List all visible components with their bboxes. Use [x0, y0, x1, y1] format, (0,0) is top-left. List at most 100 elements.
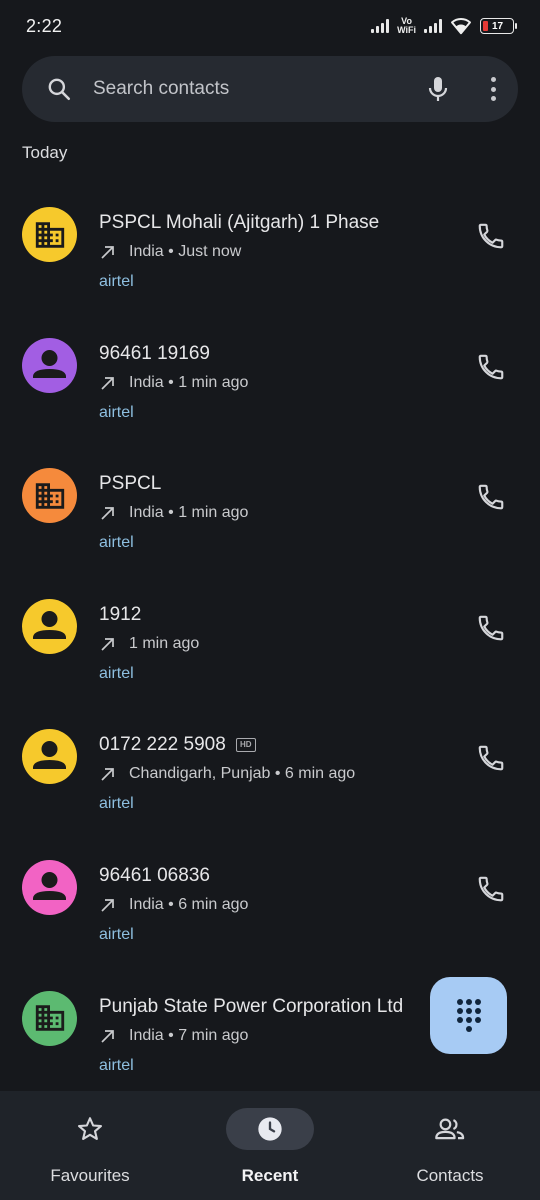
- call-detail: 1 min ago: [99, 635, 199, 653]
- sim-carrier-label: airtel: [99, 273, 134, 290]
- contact-name-text: Punjab State Power Corporation Ltd: [99, 995, 404, 1017]
- contact-avatar[interactable]: [22, 207, 77, 262]
- call-detail-text: India • 7 min ago: [129, 1026, 249, 1044]
- contact-name-text: 0172 222 5908: [99, 734, 226, 756]
- person-icon: [33, 610, 66, 639]
- phone-icon: [478, 876, 504, 902]
- sim-carrier-label: airtel: [99, 664, 134, 682]
- call-back-button[interactable]: [476, 613, 506, 643]
- contact-name: PSPCL Mohali (Ajitgarh) 1 Phase: [99, 212, 379, 234]
- wifi-icon: [451, 18, 471, 35]
- person-icon: [33, 741, 66, 770]
- bottom-navigation: Favourites Recent Contacts: [0, 1091, 540, 1200]
- sim-carrier-label: airtel: [99, 925, 134, 943]
- call-detail: India • Just now: [99, 243, 241, 261]
- sim-carrier-label: airtel: [99, 403, 134, 421]
- contact-avatar[interactable]: [22, 729, 77, 785]
- battery-icon: 17: [480, 18, 517, 34]
- sim-carrier-label: airtel: [99, 1056, 134, 1074]
- section-header-today: Today: [22, 143, 68, 162]
- person-icon: [33, 871, 66, 900]
- call-detail-text: India • Just now: [129, 243, 242, 260]
- phone-icon: [478, 615, 504, 641]
- contact-avatar[interactable]: [22, 859, 77, 915]
- vowifi-line-2: WiFi: [397, 25, 416, 35]
- signal-icon: [371, 19, 390, 33]
- nav-favourites-label[interactable]: Favourites: [50, 1166, 129, 1186]
- hd-call-badge: HD: [235, 738, 256, 753]
- contact-name-text: PSPCL Mohali (Ajitgarh) 1 Phase: [99, 212, 380, 233]
- call-log-item[interactable]: PSPCL Mohali (Ajitgarh) 1 Phase India • J…: [0, 176, 540, 307]
- outgoing-call-icon: [101, 1029, 114, 1043]
- sim-carrier-label: airtel: [99, 795, 134, 813]
- sim-carrier-label: airtel: [99, 534, 134, 552]
- contact-name-text: 1912: [99, 603, 142, 625]
- outgoing-call-icon: [101, 899, 114, 912]
- contact-name: 0172 222 5908 HD: [99, 734, 256, 756]
- phone-icon: [478, 354, 504, 379]
- contact-name-text: PSPCL: [99, 473, 162, 495]
- status-icons: Vo WiFi 17: [371, 17, 517, 35]
- nav-favourites[interactable]: Favourites: [0, 1091, 180, 1200]
- outgoing-call-icon: [101, 637, 114, 651]
- nav-contacts-pill[interactable]: [406, 1108, 494, 1150]
- business-icon: [35, 1005, 64, 1031]
- business-icon: [35, 482, 64, 509]
- call-detail-text: 1 min ago: [129, 634, 200, 652]
- call-log-item[interactable]: 96461 19169 India • 1 min ago airtel: [0, 307, 540, 438]
- outgoing-call-icon: [101, 246, 114, 259]
- contact-name: 96461 06836: [99, 865, 210, 887]
- contact-avatar[interactable]: [22, 598, 77, 654]
- call-detail-text: Chandigarh, Punjab • 6 min ago: [129, 765, 356, 783]
- call-back-button[interactable]: [476, 352, 506, 382]
- call-log-list: PSPCL Mohali (Ajitgarh) 1 Phase India • J…: [0, 176, 540, 1090]
- phone-icon: [478, 484, 504, 510]
- call-back-button[interactable]: [476, 874, 506, 904]
- contact-name: PSPCL: [99, 473, 161, 495]
- outgoing-call-icon: [101, 507, 114, 520]
- nav-recent[interactable]: Recent: [180, 1091, 360, 1200]
- contact-name-text: 96461 19169: [99, 342, 210, 364]
- nav-favourites-pill[interactable]: [46, 1108, 134, 1150]
- call-detail: India • 1 min ago: [99, 504, 248, 522]
- call-log-item[interactable]: 0172 222 5908 HD Chandigarh, Punjab • 6 mi…: [0, 698, 540, 829]
- contact-avatar[interactable]: [22, 337, 77, 393]
- call-detail: India • 1 min ago: [99, 374, 248, 392]
- battery-level: 17: [492, 20, 504, 32]
- call-detail: India • 6 min ago: [99, 896, 248, 914]
- dialpad-icon: [456, 999, 481, 1032]
- call-detail-text: India • 6 min ago: [129, 895, 249, 913]
- search-input[interactable]: Search contacts: [93, 78, 426, 100]
- person-icon: [33, 349, 66, 378]
- call-back-button[interactable]: [476, 221, 506, 251]
- call-back-button[interactable]: [476, 743, 506, 773]
- nav-recent-pill[interactable]: [226, 1108, 314, 1150]
- mic-icon[interactable]: [426, 75, 450, 103]
- contact-avatar[interactable]: [22, 468, 77, 524]
- nav-recent-label[interactable]: Recent: [242, 1166, 299, 1186]
- outgoing-call-icon: [101, 768, 114, 781]
- call-detail-text: India • 1 min ago: [129, 504, 249, 522]
- more-options-icon[interactable]: [490, 77, 496, 101]
- contacts-icon: [435, 1118, 465, 1140]
- phone-icon: [478, 746, 504, 771]
- call-log-item[interactable]: 96461 06836 India • 6 min ago airtel: [0, 829, 540, 960]
- contact-name: Punjab State Power Corporation Ltd: [99, 996, 403, 1018]
- nav-contacts-label[interactable]: Contacts: [416, 1166, 483, 1186]
- contact-avatar[interactable]: [22, 990, 77, 1046]
- call-log-item[interactable]: 1912 1 min ago airtel: [0, 568, 540, 699]
- status-bar: 2:22 Vo WiFi 17: [0, 0, 540, 52]
- outgoing-call-icon: [101, 376, 114, 390]
- contact-name: 96461 19169: [99, 343, 210, 365]
- star-icon: [77, 1117, 103, 1140]
- signal-icon-2: [424, 19, 442, 33]
- search-icon[interactable]: [46, 76, 72, 102]
- nav-contacts[interactable]: Contacts: [360, 1091, 540, 1200]
- call-detail-text: India • 1 min ago: [129, 373, 249, 391]
- vowifi-indicator: Vo WiFi: [397, 17, 416, 35]
- search-bar[interactable]: Search contacts: [22, 56, 518, 122]
- dialpad-button[interactable]: [430, 977, 507, 1054]
- call-log-item[interactable]: PSPCL India • 1 min ago airtel: [0, 437, 540, 568]
- call-detail: India • 7 min ago: [99, 1027, 248, 1045]
- call-back-button[interactable]: [476, 482, 506, 512]
